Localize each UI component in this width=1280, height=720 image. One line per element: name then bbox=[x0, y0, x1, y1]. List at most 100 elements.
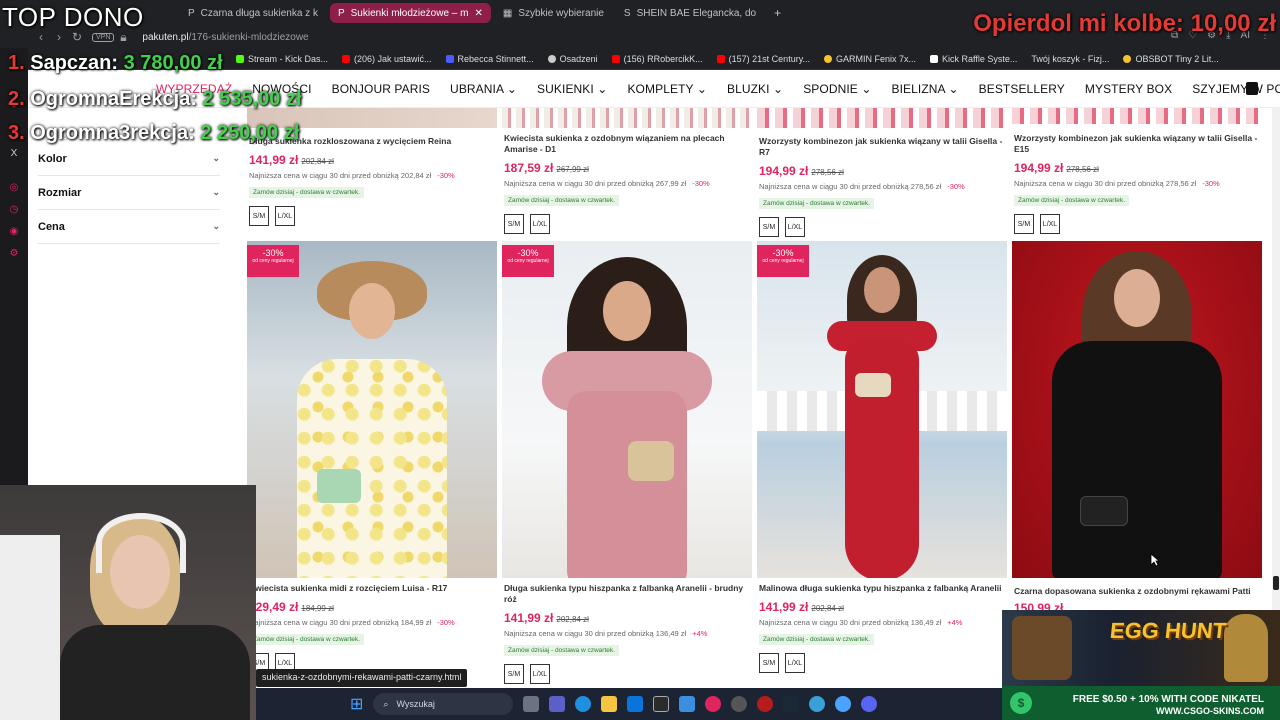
app-icon[interactable] bbox=[679, 696, 696, 712]
steam-icon[interactable] bbox=[783, 696, 800, 712]
teams-icon[interactable] bbox=[549, 696, 566, 712]
product-title[interactable]: Wzorzysty kombinezon jak sukienka wiązan… bbox=[759, 136, 1009, 158]
product-title[interactable]: Czarna dopasowana sukienka z ozdobnymi r… bbox=[1014, 586, 1264, 597]
product-title[interactable]: Wzorzysty kombinezon jak sukienka wiązan… bbox=[1014, 133, 1264, 155]
nav-made-in-poland[interactable]: SZYJEMY W POLSCE bbox=[1192, 82, 1280, 96]
leaderboard-name: Sapczan: bbox=[30, 52, 119, 74]
url-field[interactable]: pakuten.pl/176-sukienki-mlodziezowe bbox=[142, 32, 308, 43]
size-option[interactable]: S/M bbox=[759, 217, 779, 237]
bookmark-label: (156) RRobercikK... bbox=[623, 53, 703, 64]
edge-icon[interactable] bbox=[575, 696, 592, 712]
nav-bonjour-paris[interactable]: BONJOUR PARIS bbox=[332, 82, 430, 96]
app-icon[interactable] bbox=[653, 696, 670, 712]
size-option[interactable]: L/XL bbox=[530, 214, 550, 234]
bookmark-item[interactable]: Twój koszyk - Fizj... bbox=[1031, 54, 1109, 64]
tab-shein[interactable]: S SHEIN BAE Elegancka, do bbox=[616, 3, 764, 23]
new-tab-button[interactable]: + bbox=[768, 6, 787, 20]
size-option[interactable]: S/M bbox=[504, 214, 524, 234]
webcam-overlay bbox=[0, 485, 256, 720]
opera-icon[interactable] bbox=[705, 696, 722, 712]
bookmark-item[interactable]: Kick Raffle Syste... bbox=[930, 54, 1017, 64]
app-icon[interactable] bbox=[809, 696, 826, 712]
size-option[interactable]: L/XL bbox=[530, 664, 550, 684]
tab-close-icon[interactable]: ✕ bbox=[474, 8, 482, 19]
black-clutch bbox=[1080, 496, 1128, 526]
nav-clothes[interactable]: UBRANIA ⌄ bbox=[450, 82, 517, 96]
product-image-hovered[interactable] bbox=[1012, 241, 1262, 578]
settings-icon[interactable]: ⚙ bbox=[7, 248, 21, 262]
nav-dresses[interactable]: SUKIENKI ⌄ bbox=[537, 82, 607, 96]
product-title[interactable]: Kwiecista sukienka midi z rozcięciem Lui… bbox=[249, 583, 499, 594]
nav-label: UBRANIA bbox=[450, 81, 504, 96]
size-option[interactable]: S/M bbox=[249, 206, 269, 226]
opera-gx-icon[interactable] bbox=[757, 696, 774, 712]
nav-bestsellers[interactable]: BESTSELLERY bbox=[979, 82, 1065, 96]
discount-percent: -30% bbox=[692, 179, 710, 188]
obsbot-icon bbox=[1123, 54, 1132, 63]
obs-icon[interactable] bbox=[731, 696, 748, 712]
size-option[interactable]: L/XL bbox=[785, 653, 805, 673]
leaderboard-amount: 2 535,00 zł bbox=[202, 88, 302, 110]
clock-icon[interactable]: ◷ bbox=[7, 204, 21, 218]
app-icon[interactable] bbox=[835, 696, 852, 712]
product-title[interactable]: Kwiecista sukienka z ozdobnym wiązaniem … bbox=[504, 133, 754, 155]
product-image[interactable]: -30% od ceny regularnej bbox=[502, 241, 752, 578]
vpn-badge[interactable]: VPN bbox=[92, 32, 115, 42]
product-image-top[interactable] bbox=[1012, 108, 1262, 124]
filter-price[interactable]: Cena ⌄ bbox=[38, 210, 220, 244]
size-option[interactable]: L/XL bbox=[275, 206, 295, 226]
store-icon[interactable] bbox=[627, 696, 644, 712]
task-view-icon[interactable] bbox=[523, 696, 540, 712]
x-icon[interactable]: X bbox=[7, 148, 21, 162]
bookmark-item[interactable]: Rebecca Stinnett... bbox=[445, 54, 534, 64]
nav-trousers[interactable]: SPODNIE ⌄ bbox=[803, 82, 871, 96]
size-option[interactable]: L/XL bbox=[1040, 214, 1060, 234]
product-title[interactable]: Malinowa długa sukienka typu hiszpanka z… bbox=[759, 583, 1009, 594]
ad-promo-bar[interactable]: $ FREE $0.50 + 10% WITH CODE NIKATEL WWW… bbox=[1002, 686, 1280, 720]
bookmark-item[interactable]: Stream - Kick Das... bbox=[236, 54, 328, 64]
tab-speed-dial[interactable]: ▦ Szybkie wybieranie bbox=[495, 3, 612, 23]
discord-icon[interactable] bbox=[861, 696, 878, 712]
nav-lingerie[interactable]: BIELIZNA ⌄ bbox=[892, 82, 959, 96]
filter-color[interactable]: Kolor ⌄ bbox=[38, 142, 220, 176]
lowest-price-note: Najniższa cena w ciągu 30 dni przed obni… bbox=[249, 618, 499, 627]
product-title[interactable]: Długa sukienka typu hiszpanka z falbanką… bbox=[504, 583, 754, 605]
size-option[interactable]: S/M bbox=[759, 653, 779, 673]
badge-sub: od ceny regularnej bbox=[252, 258, 294, 264]
nav-label: BIELIZNA bbox=[891, 81, 946, 96]
size-option[interactable]: S/M bbox=[1014, 214, 1034, 234]
filter-size[interactable]: Rozmiar ⌄ bbox=[38, 176, 220, 210]
product-image-top[interactable] bbox=[757, 108, 1007, 128]
windows-start-icon[interactable]: ⊞ bbox=[350, 694, 363, 714]
bookmark-item[interactable]: OBSBOT Tiny 2 Lit... bbox=[1123, 54, 1219, 64]
product-image-top[interactable] bbox=[502, 108, 752, 128]
lowest-price-text: Najniższa cena w ciągu 30 dni przed obni… bbox=[759, 182, 942, 191]
tab-sukienki-active[interactable]: P Sukienki młodzieżowe – m ✕ bbox=[329, 3, 491, 23]
file-explorer-icon[interactable] bbox=[601, 696, 618, 712]
sidebar-app-icon[interactable]: ◉ bbox=[7, 226, 21, 240]
leaderboard-entry: 1. Sapczan: 3 780,00 zł bbox=[8, 52, 223, 75]
bookmark-item[interactable]: Osadzeni bbox=[547, 53, 598, 64]
nav-blouses[interactable]: BLUZKI ⌄ bbox=[727, 82, 783, 96]
bookmark-item[interactable]: (157) 21st Century... bbox=[716, 54, 810, 64]
product-image[interactable]: -30% od ceny regularnej bbox=[247, 241, 497, 578]
grid-icon: ▦ bbox=[502, 7, 513, 19]
bookmark-label: Osadzeni bbox=[559, 53, 598, 64]
nav-mystery-box[interactable]: MYSTERY BOX bbox=[1085, 82, 1172, 96]
size-option[interactable]: L/XL bbox=[785, 217, 805, 237]
bookmark-item[interactable]: (156) RRobercikK... bbox=[611, 53, 703, 64]
sidebar-app-icon[interactable]: ◎ bbox=[7, 182, 21, 196]
bookmark-item[interactable]: GARMIN Fenix 7x... bbox=[824, 54, 916, 64]
lowest-price-note: Najniższa cena w ciągu 30 dni przed obni… bbox=[249, 171, 499, 180]
nav-sets[interactable]: KOMPLETY ⌄ bbox=[627, 82, 707, 96]
cart-icon[interactable] bbox=[1246, 82, 1258, 95]
bookmark-item[interactable]: (206) Jak ustawić... bbox=[342, 54, 432, 64]
taskbar-search[interactable]: ⌕ Wyszukaj bbox=[373, 693, 514, 715]
discount-percent: -30% bbox=[947, 182, 965, 191]
scrollbar-thumb[interactable] bbox=[1273, 576, 1279, 590]
product-image[interactable]: -30% od ceny regularnej bbox=[757, 241, 1007, 578]
tab-czarna[interactable]: P Czarna długa sukienka z k bbox=[180, 3, 326, 23]
size-option[interactable]: S/M bbox=[504, 664, 524, 684]
page-scrollbar[interactable] bbox=[1272, 108, 1280, 688]
leaderboard-entry: 2. OgromnaErekcja: 2 535,00 zł bbox=[8, 88, 302, 111]
